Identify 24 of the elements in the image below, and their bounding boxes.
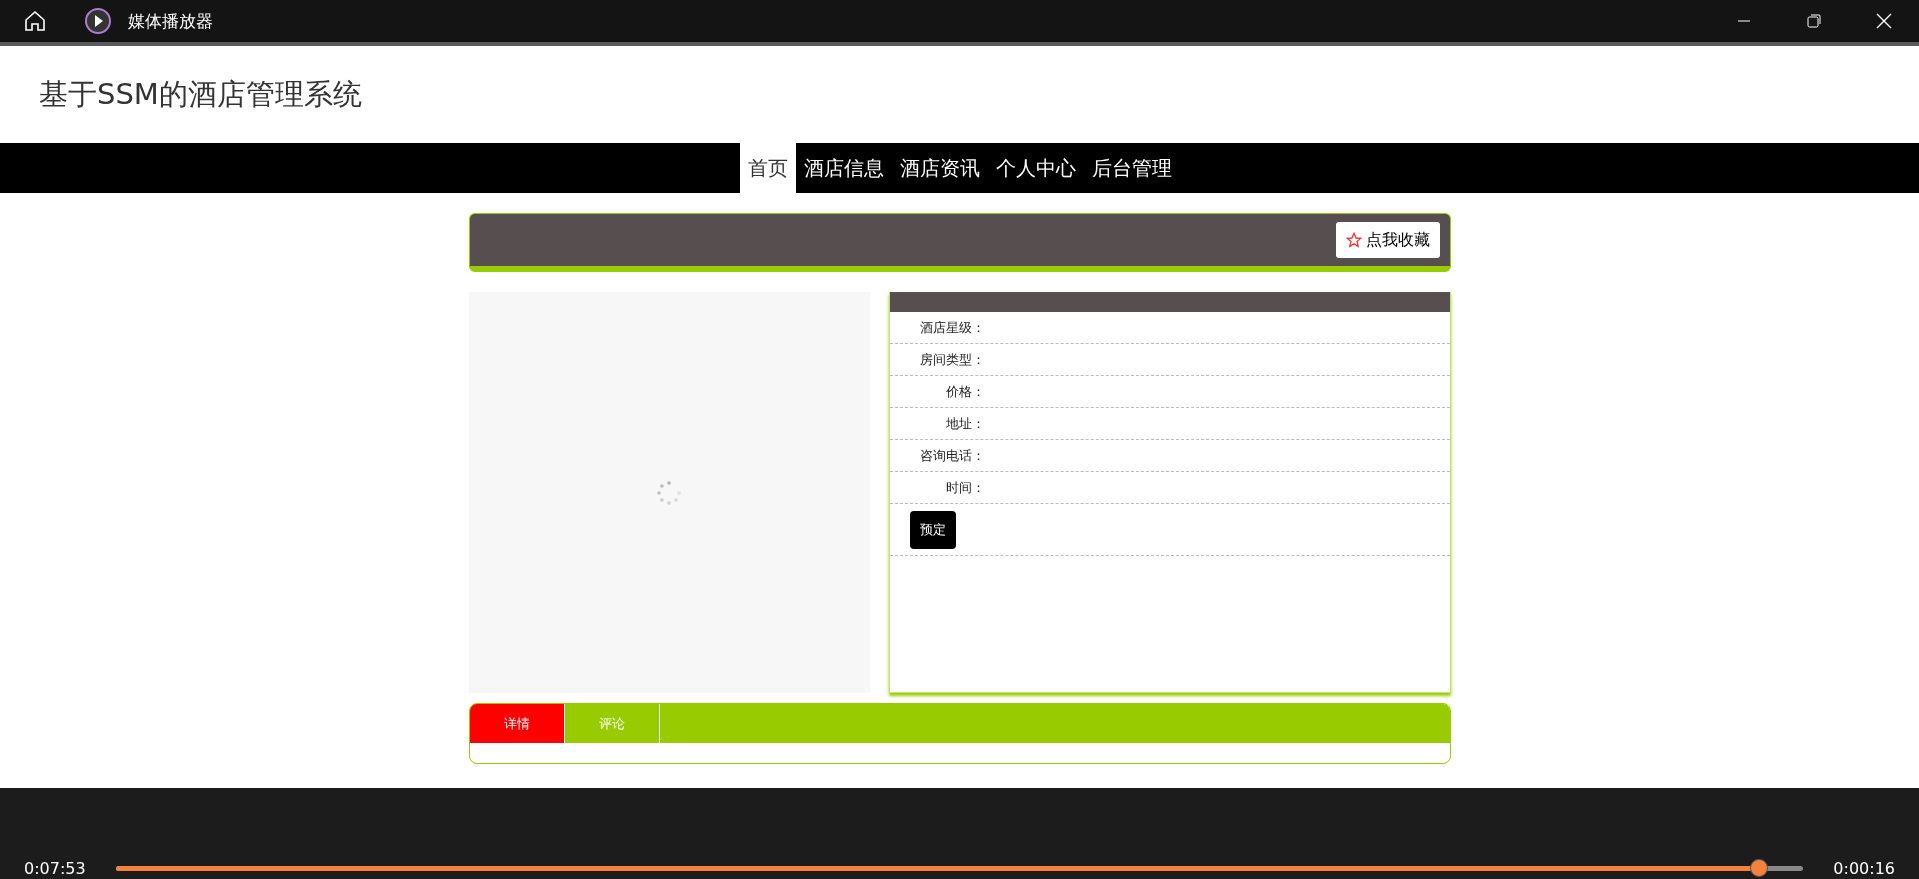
nav-link[interactable]: 个人中心 xyxy=(987,143,1084,193)
close-icon xyxy=(1876,13,1892,29)
detail-label: 酒店星级： xyxy=(918,318,985,337)
nav-link[interactable]: 酒店信息 xyxy=(795,143,892,193)
detail-label: 地址： xyxy=(944,414,985,433)
tab[interactable]: 详情 xyxy=(469,704,565,743)
detail-label: 价格： xyxy=(944,382,985,401)
window-title: 媒体播放器 xyxy=(128,9,213,33)
loading-spinner-icon xyxy=(656,479,682,506)
detail-label: 咨询电话： xyxy=(918,446,985,465)
nav-link[interactable]: 酒店资讯 xyxy=(891,143,988,193)
detail-label: 时间： xyxy=(944,478,985,497)
restore-icon xyxy=(1807,14,1821,28)
detail-label: 房间类型： xyxy=(918,350,985,369)
remaining-time: 0:00:16 xyxy=(1833,858,1895,878)
elapsed-time: 0:07:53 xyxy=(24,858,86,878)
home-icon xyxy=(23,9,47,33)
nav-link[interactable]: 首页 xyxy=(739,143,796,193)
book-button[interactable]: 预定 xyxy=(909,510,956,549)
play-icon xyxy=(84,7,112,35)
site-title: 基于SSM的酒店管理系统 xyxy=(39,75,362,113)
nav-link[interactable]: 后台管理 xyxy=(1083,143,1180,193)
favorite-button[interactable]: 点我收藏 xyxy=(1335,222,1440,258)
star-icon xyxy=(1345,232,1362,248)
